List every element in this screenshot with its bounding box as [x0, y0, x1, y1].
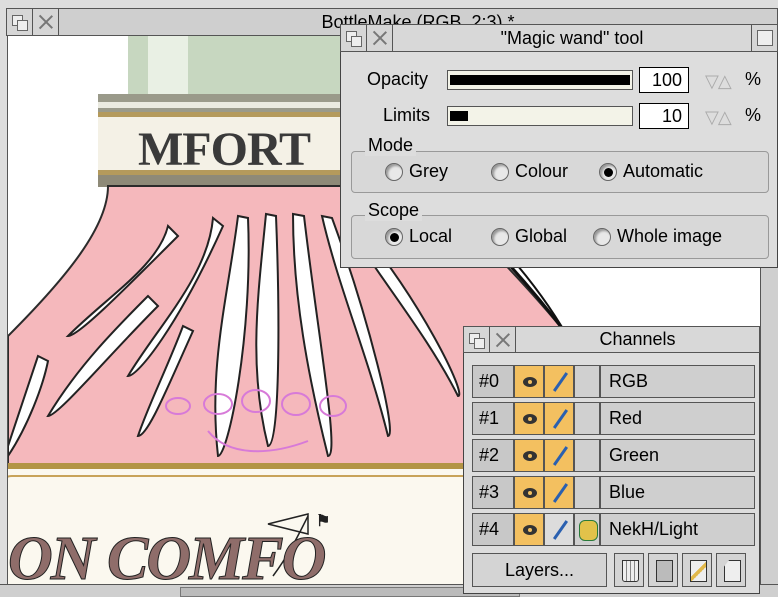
pen-icon[interactable]	[544, 402, 574, 435]
opacity-field[interactable]: 100	[639, 67, 689, 93]
eye-icon[interactable]	[514, 513, 544, 546]
back-icon[interactable]	[464, 327, 490, 352]
mode-automatic-radio[interactable]: Automatic	[599, 161, 703, 182]
scope-whole-image-label: Whole image	[617, 226, 723, 246]
mode-automatic-label: Automatic	[623, 161, 704, 181]
channel-id: #1	[472, 402, 514, 435]
limits-field[interactable]: 10	[639, 103, 689, 129]
limits-slider[interactable]	[447, 106, 633, 126]
channels-titlebar[interactable]: Channels	[463, 326, 760, 353]
delete-channel-icon[interactable]	[614, 553, 644, 587]
mask-slot[interactable]	[574, 476, 600, 509]
radio-icon	[385, 162, 403, 181]
channel-id: #3	[472, 476, 514, 509]
channels-window: Channels #0 RGB #1 Red #2 Green #3 Blue …	[463, 326, 760, 594]
scope-global-radio[interactable]: Global	[491, 226, 567, 247]
back-icon[interactable]	[341, 25, 367, 51]
edit-channel-icon[interactable]	[682, 553, 712, 587]
radio-icon	[491, 227, 509, 246]
channel-id: #0	[472, 365, 514, 398]
eye-icon[interactable]	[514, 402, 544, 435]
scope-local-radio[interactable]: Local	[385, 226, 452, 247]
opacity-slider[interactable]	[447, 70, 633, 90]
mode-colour-label: Colour	[515, 161, 569, 181]
radio-icon	[491, 162, 509, 181]
mask-slot[interactable]	[574, 439, 600, 472]
channel-name: Green	[600, 439, 755, 472]
mode-grey-radio[interactable]: Grey	[385, 161, 448, 182]
scope-global-label: Global	[515, 226, 568, 246]
opacity-slider-fill	[450, 75, 630, 85]
layers-button[interactable]: Layers...	[472, 553, 607, 587]
magic-wand-title: "Magic wand" tool	[393, 25, 751, 51]
radio-icon	[599, 162, 617, 181]
channel-name: NekH/Light	[600, 513, 755, 546]
mask-slot[interactable]	[574, 402, 600, 435]
radio-icon	[385, 227, 403, 246]
close-icon[interactable]	[33, 9, 59, 35]
toggle-size-icon[interactable]	[751, 25, 777, 51]
mask-icon[interactable]	[574, 513, 600, 546]
magic-wand-window: "Magic wand" tool Opacity 100 ▽△ % Limit…	[340, 24, 778, 268]
eye-icon[interactable]	[514, 365, 544, 398]
opacity-label: Opacity	[367, 69, 429, 89]
channel-id: #2	[472, 439, 514, 472]
opacity-arrows[interactable]: ▽△	[705, 69, 745, 93]
mode-label: Mode	[365, 135, 417, 156]
eye-icon[interactable]	[514, 439, 544, 472]
pen-icon[interactable]	[544, 365, 574, 398]
pen-icon[interactable]	[544, 513, 574, 546]
channel-row[interactable]: #1 Red	[472, 402, 755, 435]
channel-row[interactable]: #4 NekH/Light	[472, 513, 755, 546]
copy-channel-icon[interactable]	[648, 553, 678, 587]
mode-grey-label: Grey	[409, 161, 449, 181]
limits-percent: %	[745, 105, 762, 125]
channel-name: RGB	[600, 365, 755, 398]
channel-name: Blue	[600, 476, 755, 509]
scope-whole-image-radio[interactable]: Whole image	[593, 226, 722, 247]
mask-slot[interactable]	[574, 365, 600, 398]
close-icon[interactable]	[490, 327, 516, 352]
channel-row[interactable]: #0 RGB	[472, 365, 755, 398]
new-channel-icon[interactable]	[716, 553, 746, 587]
limits-slider-fill	[450, 111, 468, 121]
limits-arrows[interactable]: ▽△	[705, 105, 745, 129]
collar-lettering: MFORT	[138, 123, 311, 176]
channel-name: Red	[600, 402, 755, 435]
radio-icon	[593, 227, 611, 246]
pen-icon[interactable]	[544, 439, 574, 472]
mode-colour-radio[interactable]: Colour	[491, 161, 568, 182]
magic-wand-titlebar[interactable]: "Magic wand" tool	[340, 24, 778, 52]
channel-row[interactable]: #3 Blue	[472, 476, 755, 509]
scope-label: Scope	[365, 200, 423, 221]
back-icon[interactable]	[7, 9, 33, 35]
opacity-percent: %	[745, 69, 762, 89]
close-icon[interactable]	[367, 25, 393, 51]
label-lettering: ON COMFO	[8, 525, 327, 585]
pen-icon[interactable]	[544, 476, 574, 509]
eye-icon[interactable]	[514, 476, 544, 509]
limits-label: Limits	[383, 105, 431, 125]
channels-title: Channels	[516, 327, 759, 352]
scope-local-label: Local	[409, 226, 453, 246]
channel-id: #4	[472, 513, 514, 546]
channel-row[interactable]: #2 Green	[472, 439, 755, 472]
